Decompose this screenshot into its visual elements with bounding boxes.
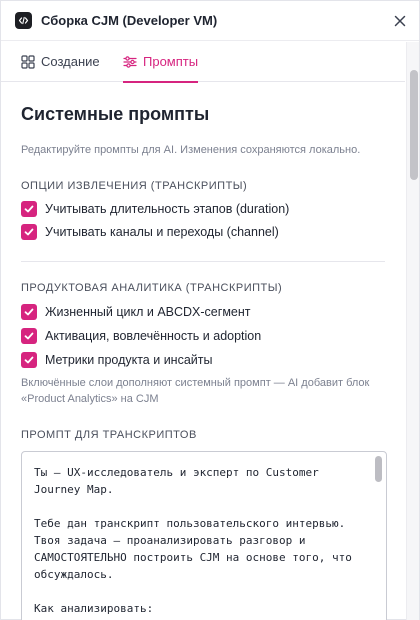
tab-create[interactable]: Создание xyxy=(21,41,100,82)
checkbox-lifecycle[interactable]: Жизненный цикл и ABCDX-сегмент xyxy=(21,303,251,321)
analytics-note: Включённые слои дополняют системный пром… xyxy=(21,377,370,405)
tab-prompts[interactable]: Промпты xyxy=(123,41,199,83)
panel-scrollbar[interactable] xyxy=(406,42,419,620)
check-icon[interactable] xyxy=(21,328,37,344)
title-bar: Сборка CJM (Developer VM) xyxy=(1,1,419,41)
checkbox-metrics[interactable]: Метрики продукта и инсайты xyxy=(21,351,212,369)
checkbox-label: Учитывать каналы и переходы (channel) xyxy=(45,225,279,239)
checkbox-label: Учитывать длительность этапов (duration) xyxy=(45,202,290,216)
checkbox-label: Жизненный цикл и ABCDX-сегмент xyxy=(45,305,251,319)
checkbox-channel[interactable]: Учитывать каналы и переходы (channel) xyxy=(21,223,279,241)
prompts-panel: Системные промпты Редактируйте промпты д… xyxy=(1,83,405,620)
check-icon[interactable] xyxy=(21,201,37,217)
checkbox-duration[interactable]: Учитывать длительность этапов (duration) xyxy=(21,200,289,218)
check-icon[interactable] xyxy=(21,352,37,368)
panel-scrollbar-thumb[interactable] xyxy=(410,70,418,180)
prompt-text[interactable]: Ты — UX-исследователь и эксперт по Custo… xyxy=(34,464,366,620)
prompt-section-title: ПРОМПТ ДЛЯ ТРАНСКРИПТОВ xyxy=(21,429,197,441)
textarea-scrollbar-thumb[interactable] xyxy=(375,456,382,482)
prompt-textarea[interactable]: Ты — UX-исследователь и эксперт по Custo… xyxy=(21,451,387,620)
analytics-section-title: ПРОДУКТОВАЯ АНАЛИТИКА (ТРАНСКРИПТЫ) xyxy=(21,282,283,294)
close-icon[interactable] xyxy=(392,13,408,29)
checkbox-activation[interactable]: Активация, вовлечённость и adoption xyxy=(21,327,261,345)
sliders-icon xyxy=(123,55,137,69)
tab-bar: Создание Промпты xyxy=(1,41,405,83)
window-title: Сборка CJM (Developer VM) xyxy=(41,13,218,28)
page-description: Редактируйте промпты для AI. Изменения с… xyxy=(21,144,361,156)
extraction-section-title: ОПЦИИ ИЗВЛЕЧЕНИЯ (ТРАНСКРИПТЫ) xyxy=(21,180,248,192)
check-icon[interactable] xyxy=(21,304,37,320)
grid-icon xyxy=(21,54,35,69)
tab-create-label: Создание xyxy=(41,54,100,69)
code-icon xyxy=(15,12,32,29)
section-divider xyxy=(21,261,385,262)
checkbox-label: Метрики продукта и инсайты xyxy=(45,353,213,367)
page-title: Системные промпты xyxy=(21,104,210,124)
checkbox-label: Активация, вовлечённость и adoption xyxy=(45,329,262,343)
dialog-window: Сборка CJM (Developer VM) Создание Промп… xyxy=(0,0,420,620)
check-icon[interactable] xyxy=(21,224,37,240)
tab-prompts-label: Промпты xyxy=(143,54,199,69)
